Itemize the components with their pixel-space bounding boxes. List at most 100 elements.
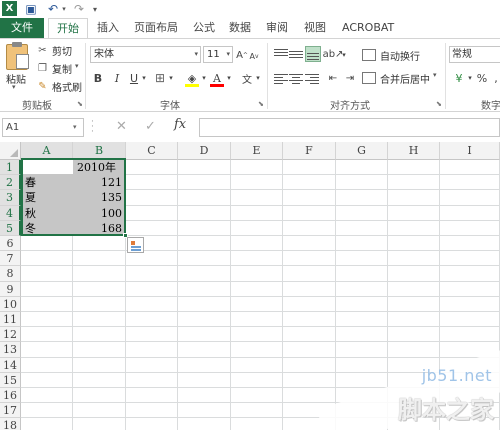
gridline-horizontal <box>21 281 500 282</box>
borders-icon[interactable]: ⊞ <box>153 70 167 86</box>
watermark: jb51.net 脚本之家 <box>348 366 498 428</box>
tab-acrobat[interactable]: ACROBAT <box>340 18 396 38</box>
row-header-8[interactable]: 8 <box>0 266 21 281</box>
alignment-launcher-icon[interactable]: ⬊ <box>436 100 442 108</box>
undo-dropdown-icon[interactable]: ▾ <box>60 1 68 17</box>
row-header-15[interactable]: 15 <box>0 373 21 388</box>
row-header-3[interactable]: 3 <box>0 190 21 205</box>
gridline-horizontal <box>21 250 500 251</box>
font-color-button[interactable]: A <box>210 70 224 86</box>
bottom-align-icon[interactable] <box>305 46 321 62</box>
middle-align-icon[interactable] <box>289 48 303 60</box>
currency-dropdown-icon[interactable]: ▾ <box>467 70 473 86</box>
font-name-select[interactable]: 宋体 ▾ <box>90 46 201 63</box>
tab-formulas[interactable]: 公式 <box>191 18 217 38</box>
currency-format-button[interactable]: ¥ <box>451 70 467 86</box>
tab-insert[interactable]: 插入 <box>95 18 121 38</box>
copy-button[interactable]: ❐ 复制 <box>36 60 72 76</box>
row-header-10[interactable]: 10 <box>0 297 21 312</box>
column-header-g[interactable]: G <box>336 142 388 160</box>
comma-style-button[interactable]: , <box>491 70 500 86</box>
orientation-dropdown-icon[interactable]: ▾ <box>341 47 347 63</box>
tab-view[interactable]: 视图 <box>302 18 328 38</box>
borders-dropdown-icon[interactable]: ▾ <box>168 70 174 86</box>
font-color-dropdown-icon[interactable]: ▾ <box>226 70 232 86</box>
decrease-indent-icon[interactable]: ⇤ <box>326 70 340 86</box>
tab-review[interactable]: 审阅 <box>264 18 290 38</box>
save-icon[interactable]: ▣ <box>24 1 38 17</box>
align-center-icon[interactable] <box>289 73 303 85</box>
row-header-7[interactable]: 7 <box>0 251 21 266</box>
customize-toolbar-icon[interactable]: ▾ <box>90 1 100 17</box>
row-header-17[interactable]: 17 <box>0 403 21 418</box>
fill-color-icon[interactable]: ◈ <box>184 70 200 86</box>
row-header-5[interactable]: 5 <box>0 221 21 236</box>
excel-app-icon[interactable]: X <box>2 1 17 16</box>
undo-icon[interactable]: ↶ <box>46 1 60 17</box>
copy-dropdown-icon[interactable]: ▾ <box>75 62 79 70</box>
tab-home[interactable]: 开始 <box>48 18 88 38</box>
cancel-icon[interactable]: ✕ <box>116 119 127 134</box>
cut-button[interactable]: ✂ 剪切 <box>36 42 72 58</box>
orientation-icon[interactable]: ab↗ <box>326 46 340 62</box>
number-format-select[interactable]: 常规 <box>449 46 500 63</box>
column-header-d[interactable]: D <box>178 142 231 160</box>
select-all-button[interactable] <box>0 142 21 160</box>
paste-dropdown-icon[interactable]: ▾ <box>12 83 16 91</box>
column-header-h[interactable]: H <box>388 142 440 160</box>
percent-style-button[interactable]: % <box>476 70 488 86</box>
underline-dropdown-icon[interactable]: ▾ <box>141 70 147 86</box>
row-header-1[interactable]: 1 <box>0 160 21 175</box>
underline-button[interactable]: U <box>128 70 140 86</box>
clipboard-launcher-icon[interactable]: ⬊ <box>77 100 83 108</box>
font-launcher-icon[interactable]: ⬊ <box>258 100 264 108</box>
tab-file[interactable]: 文件 <box>0 18 44 38</box>
font-group-label: 字体 <box>160 97 180 112</box>
phonetic-guide-button[interactable]: 文 <box>240 70 254 86</box>
italic-button[interactable]: I <box>110 70 124 86</box>
row-header-2[interactable]: 2 <box>0 175 21 190</box>
increase-indent-icon[interactable]: ⇥ <box>343 70 357 86</box>
watermark-url: jb51.net <box>422 366 492 385</box>
merge-dropdown-icon[interactable]: ▾ <box>433 71 437 79</box>
align-left-icon[interactable] <box>274 73 288 85</box>
row-header-14[interactable]: 14 <box>0 358 21 373</box>
quick-analysis-icon[interactable] <box>127 237 144 253</box>
decrease-font-size-button[interactable]: Av <box>249 48 259 64</box>
name-box-dropdown-icon[interactable]: ▾ <box>73 123 77 131</box>
ribbon-tabs: 文件 开始 插入 页面布局 公式 数据 审阅 视图 ACROBAT <box>0 18 500 38</box>
row-header-18[interactable]: 18 <box>0 418 21 430</box>
phonetic-dropdown-icon[interactable]: ▾ <box>255 70 261 86</box>
paste-button[interactable]: 粘贴 <box>6 71 26 86</box>
enter-icon[interactable]: ✓ <box>145 119 156 134</box>
top-align-icon[interactable] <box>274 48 288 60</box>
paste-icon[interactable] <box>6 44 28 70</box>
tab-data[interactable]: 数据 <box>227 18 253 38</box>
format-painter-button[interactable]: ✎ 格式刷 <box>36 78 82 94</box>
row-header-11[interactable]: 11 <box>0 312 21 327</box>
align-right-icon[interactable] <box>305 73 319 85</box>
column-header-f[interactable]: F <box>283 142 336 160</box>
column-header-c[interactable]: C <box>126 142 178 160</box>
row-header-16[interactable]: 16 <box>0 388 21 403</box>
row-header-13[interactable]: 13 <box>0 342 21 357</box>
row-header-9[interactable]: 9 <box>0 282 21 297</box>
formula-input[interactable] <box>199 118 500 137</box>
copy-icon: ❐ <box>36 63 49 74</box>
increase-font-size-button[interactable]: A^ <box>236 47 248 63</box>
wrap-text-button[interactable]: 自动换行 <box>362 47 420 63</box>
formula-bar-grip-icon[interactable]: ··· <box>91 120 95 136</box>
font-size-select[interactable]: 11 ▾ <box>203 46 233 63</box>
row-header-6[interactable]: 6 <box>0 236 21 251</box>
row-header-12[interactable]: 12 <box>0 327 21 342</box>
row-header-4[interactable]: 4 <box>0 206 21 221</box>
merge-center-button[interactable]: 合并后居中 <box>362 70 430 86</box>
redo-icon[interactable]: ↷ <box>72 1 86 17</box>
column-header-i[interactable]: I <box>440 142 500 160</box>
bold-button[interactable]: B <box>91 70 105 86</box>
name-box[interactable]: A1 <box>2 118 84 137</box>
fill-color-dropdown-icon[interactable]: ▾ <box>201 70 207 86</box>
insert-function-button[interactable]: fx <box>174 117 186 132</box>
column-header-e[interactable]: E <box>231 142 283 160</box>
tab-page-layout[interactable]: 页面布局 <box>132 18 180 38</box>
